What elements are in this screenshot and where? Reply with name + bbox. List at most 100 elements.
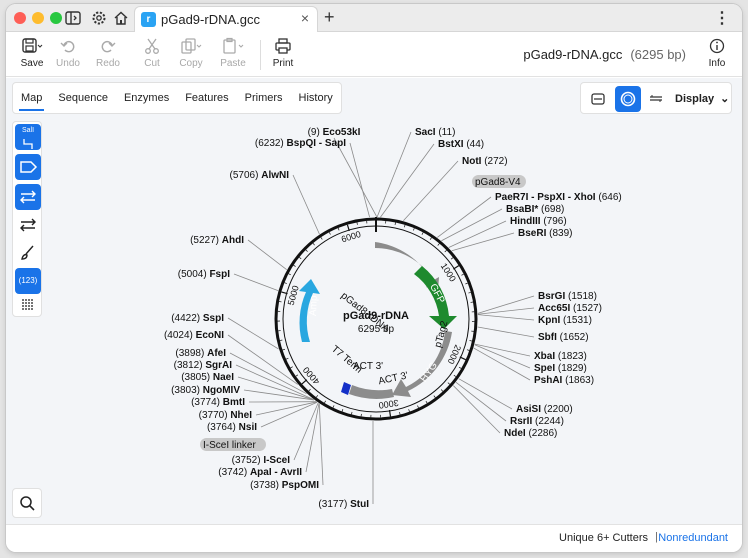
site-label-pspomi[interactable]: (3738) PspOMI — [250, 480, 319, 491]
search-button[interactable] — [12, 488, 42, 518]
linear-view-button[interactable] — [585, 86, 611, 112]
annotate-button[interactable] — [15, 240, 41, 266]
site-label-alwni[interactable]: (5706) AlwNI — [230, 170, 290, 181]
site-leader-xbai — [474, 343, 531, 357]
feature-act3[interactable] — [349, 385, 394, 399]
site-label-nhei[interactable]: (3770) NheI — [199, 410, 253, 421]
site-label-nsii[interactable]: (3764) NsiI — [207, 422, 257, 433]
site-label-naei[interactable]: (3805) NaeI — [181, 372, 234, 383]
tab-sequence[interactable]: Sequence — [50, 83, 116, 113]
tick — [316, 395, 319, 398]
display-menu-button[interactable]: Display ⌄ — [675, 92, 729, 105]
site-label-noti[interactable]: NotI (272) — [462, 156, 508, 167]
display-label: Display — [675, 93, 715, 105]
feature-label-amp: Amp — [308, 295, 320, 316]
site-label-paer7i-pspxi-xhoi[interactable]: PaeR7I - PspXI - XhoI (646) — [495, 192, 622, 203]
redundancy-mode-link[interactable]: Nonredundant — [658, 532, 728, 544]
sequence-icon — [650, 95, 662, 102]
tick-label-6000: 6000 — [340, 229, 362, 244]
site-label-econi[interactable]: (4024) EcoNI — [164, 330, 224, 341]
tick — [351, 411, 353, 415]
cut-marker-icon — [23, 139, 33, 149]
tick — [399, 412, 401, 415]
sequence-view-button[interactable] — [643, 86, 669, 112]
circular-view-button[interactable] — [615, 86, 641, 112]
site-leader-sbfi — [477, 326, 535, 338]
tick — [412, 228, 415, 231]
site-leader-bspqi-sapi — [349, 142, 370, 218]
site-leader-i-scei — [293, 402, 319, 461]
site-leader-nsii — [260, 401, 318, 428]
show-features-button[interactable] — [15, 154, 41, 180]
tab-enzymes[interactable]: Enzymes — [116, 83, 177, 113]
view-tabs: Map Sequence Enzymes Features Primers Hi… — [12, 82, 342, 114]
tick — [447, 382, 450, 385]
tick — [337, 227, 340, 231]
show-translation-button[interactable] — [15, 292, 41, 318]
site-leader-bstxi — [380, 143, 435, 218]
site-label-saci[interactable]: SacI (11) — [415, 127, 455, 138]
count-label: (123) — [18, 276, 38, 285]
tab-features[interactable]: Features — [177, 83, 236, 113]
site-label-sspi[interactable]: (4422) SspI — [171, 313, 224, 324]
show-enzymes-button[interactable]: SalI — [15, 124, 41, 150]
site-label-pshai[interactable]: PshAI (1863) — [534, 375, 594, 386]
tick-label-1000: 1000 — [439, 261, 458, 283]
site-label-bmti[interactable]: (3774) BmtI — [191, 397, 245, 408]
site-label-kpni[interactable]: KpnI (1531) — [538, 315, 592, 326]
show-primers-button[interactable] — [15, 212, 41, 238]
tick — [312, 243, 315, 246]
tab-history[interactable]: History — [291, 83, 341, 113]
site-label-bsabi-[interactable]: BsaBI* (698) — [506, 204, 564, 215]
tick — [444, 250, 447, 253]
show-count-button[interactable]: (123) — [15, 268, 41, 294]
site-label-ndei[interactable]: NdeI (2286) — [504, 428, 557, 439]
tick — [308, 388, 311, 392]
status-bar: Unique 6+ Cutters | Nonredundant — [6, 524, 742, 552]
site-label-stui[interactable]: (3177) StuI — [318, 499, 369, 510]
site-label-i-scei[interactable]: (3752) I-SceI — [232, 455, 291, 466]
site-label-bsrgi[interactable]: BsrGI (1518) — [538, 291, 597, 302]
site-label-xbai[interactable]: XbaI (1823) — [534, 351, 587, 362]
site-label-apai-avrii[interactable]: (3742) ApaI - AvrII — [218, 467, 302, 478]
tick — [417, 405, 419, 408]
site-label-acc65i[interactable]: Acc65I (1527) — [538, 303, 602, 314]
tick — [305, 249, 308, 252]
enzyme-filter-selector[interactable]: Unique 6+ Cutters — [559, 532, 648, 544]
tick — [458, 366, 462, 369]
app-window: r pGad9-rDNA.gcc × + ⋮ Save Undo Redo Cu… — [6, 4, 742, 552]
tick — [301, 379, 308, 385]
site-leader-eco53ki — [333, 137, 378, 218]
tab-map[interactable]: Map — [13, 83, 50, 113]
tick — [284, 282, 287, 284]
site-label-ahdi[interactable]: (5227) AhdI — [190, 235, 244, 246]
tick — [290, 366, 293, 369]
tick — [320, 237, 323, 240]
tick — [465, 282, 468, 285]
site-label-eco53ki[interactable]: (9) Eco53kI — [308, 127, 361, 138]
tick — [466, 349, 470, 351]
map-tools-sidebar: SalI (123) — [12, 121, 42, 317]
chevron-down-icon: ⌄ — [720, 93, 730, 105]
tick — [433, 395, 436, 398]
site-label-rsrii[interactable]: RsrII (2244) — [510, 416, 564, 427]
site-label-sbfi[interactable]: SbfI (1652) — [538, 332, 589, 343]
tab-primers[interactable]: Primers — [237, 83, 291, 113]
tick — [452, 265, 460, 270]
site-label-sgrai[interactable]: (3812) SgrAI — [174, 360, 233, 371]
site-label-spei[interactable]: SpeI (1829) — [534, 363, 587, 374]
site-label-ngomiv[interactable]: (3803) NgoMIV — [171, 385, 240, 396]
tick — [295, 374, 299, 377]
site-label-fspi[interactable]: (5004) FspI — [178, 269, 230, 280]
site-label-bseri[interactable]: BseRI (839) — [518, 228, 572, 239]
site-label-afei[interactable]: (3898) AfeI — [175, 348, 226, 359]
site-label-bspqi-sapi[interactable]: (6232) BspQI - SapI — [255, 138, 346, 149]
show-orfs-button[interactable] — [15, 184, 41, 210]
site-leader-asisi — [458, 378, 513, 410]
site-leader-fspi — [233, 273, 279, 291]
tick — [453, 374, 457, 377]
site-label-hindiii[interactable]: HindIII (796) — [510, 216, 567, 227]
feature-arrow-icon — [20, 161, 38, 173]
site-label-asisi[interactable]: AsiSI (2200) — [516, 404, 573, 415]
site-label-bstxi[interactable]: BstXI (44) — [438, 139, 484, 150]
